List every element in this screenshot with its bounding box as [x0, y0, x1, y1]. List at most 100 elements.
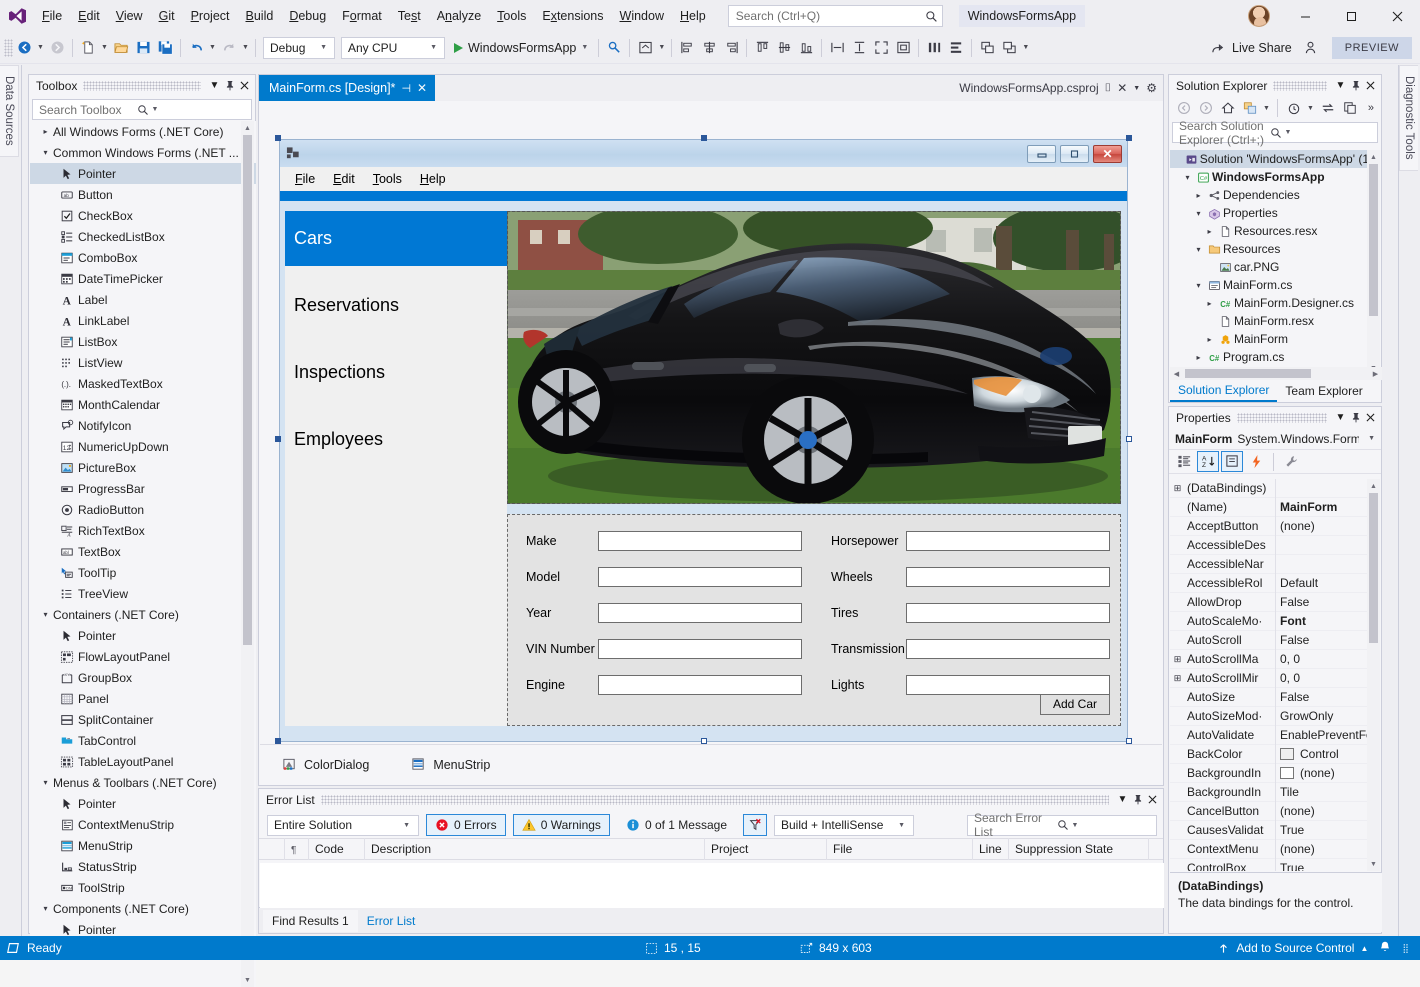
se-sync-button[interactable]	[1317, 98, 1338, 119]
winform-menu-strip[interactable]: File Edit Tools Help	[280, 167, 1127, 191]
property-row-4[interactable]: AccessibleNar	[1170, 555, 1369, 574]
align-bottoms-button[interactable]	[795, 36, 817, 60]
property-value[interactable]: False	[1275, 593, 1369, 612]
save-all-button[interactable]	[154, 36, 176, 60]
toolbox-item-15[interactable]: 12NumericUpDown	[30, 436, 256, 457]
designer-surface[interactable]: ✕ File Edit Tools Help CarsReservationsI…	[259, 101, 1163, 785]
toolbox-item-34[interactable]: MenuStrip	[30, 835, 256, 856]
property-row-3[interactable]: AccessibleDes	[1170, 536, 1369, 555]
menu-window[interactable]: Window	[612, 4, 672, 28]
scroll-up-icon[interactable]: ▲	[1367, 479, 1380, 493]
winform-nav-panel[interactable]: CarsReservationsInspectionsEmployees	[285, 211, 507, 726]
toolbox-group-31[interactable]: ▾Menus & Toolbars (.NET Core)	[30, 772, 256, 793]
se-back-button[interactable]	[1173, 98, 1194, 119]
property-pages-button[interactable]	[1280, 451, 1302, 472]
add-account-button[interactable]	[1300, 36, 1322, 60]
maximize-button[interactable]	[1328, 0, 1374, 32]
property-row-9[interactable]: ⊞AutoScrollMa0, 0	[1170, 650, 1369, 669]
menu-extensions[interactable]: Extensions	[534, 4, 611, 28]
properties-menu-button[interactable]: ▼	[1333, 409, 1348, 426]
error-list-search-input[interactable]: Search Error List ▼	[967, 815, 1157, 836]
scroll-down-icon[interactable]: ▼	[241, 973, 254, 987]
hot-reload-button[interactable]	[603, 36, 625, 60]
solution-tree-node-6[interactable]: car.PNG	[1170, 258, 1369, 276]
tab-list-caret-icon[interactable]: ▼	[1133, 85, 1140, 92]
property-value[interactable]: (none)	[1275, 764, 1369, 783]
winform-designer-form[interactable]: ✕ File Edit Tools Help CarsReservationsI…	[279, 139, 1128, 742]
property-value[interactable]: 0, 0	[1275, 669, 1369, 688]
winform-field-input[interactable]	[906, 639, 1110, 659]
bring-to-front-button[interactable]	[976, 36, 998, 60]
property-row-19[interactable]: ContextMenu(none)	[1170, 840, 1369, 859]
toolbox-group-1[interactable]: ▾Common Windows Forms (.NET ...	[30, 142, 256, 163]
property-value[interactable]: EnablePreventFocus	[1275, 726, 1369, 745]
toolbox-item-24[interactable]: Pointer	[30, 625, 256, 646]
close-window-button[interactable]	[1374, 0, 1420, 32]
property-value[interactable]: Tile	[1275, 783, 1369, 802]
property-value[interactable]	[1275, 555, 1369, 574]
solution-tree-node-8[interactable]: ▸C#MainForm.Designer.cs	[1170, 294, 1369, 312]
toolbox-item-32[interactable]: Pointer	[30, 793, 256, 814]
panel-drag-dots[interactable]	[1273, 81, 1327, 91]
toolbox-item-4[interactable]: CheckBox	[30, 205, 256, 226]
error-column-header-6[interactable]: Line	[973, 838, 1009, 860]
property-row-6[interactable]: AllowDropFalse	[1170, 593, 1369, 612]
error-column-header-0[interactable]	[259, 838, 285, 860]
menu-test[interactable]: Test	[390, 4, 429, 28]
panel-drag-dots[interactable]	[1237, 413, 1327, 423]
properties-object-selector[interactable]: MainForm System.Windows.Forms.F· ▼	[1169, 428, 1381, 450]
fit-to-container-button[interactable]	[892, 36, 914, 60]
document-tab-mainform-design[interactable]: MainForm.cs [Design]* ⊣ ✕	[259, 75, 435, 101]
property-value[interactable]: True	[1275, 821, 1369, 840]
chevron-right-icon[interactable]: ▸	[1203, 335, 1216, 344]
toolbox-item-10[interactable]: ListBox	[30, 331, 256, 352]
toolbox-item-16[interactable]: PictureBox	[30, 457, 256, 478]
chevron-down-icon[interactable]: ▾	[1192, 209, 1205, 218]
toolbox-item-13[interactable]: MonthCalendar	[30, 394, 256, 415]
property-value[interactable]: (none)	[1275, 840, 1369, 859]
winform-fields-panel[interactable]: Add Car MakeModelYearVIN NumberEngineHor…	[507, 514, 1121, 726]
property-row-5[interactable]: AccessibleRolDefault	[1170, 574, 1369, 593]
property-row-10[interactable]: ⊞AutoScrollMir0, 0	[1170, 669, 1369, 688]
properties-view-button[interactable]	[1221, 451, 1243, 472]
align-middles-button[interactable]	[773, 36, 795, 60]
back-dropdown-caret[interactable]: ▼	[35, 36, 46, 60]
chevron-right-icon[interactable]: ▸	[38, 127, 53, 136]
toolbox-item-17[interactable]: ProgressBar	[30, 478, 256, 499]
toolbox-item-29[interactable]: TabControl	[30, 730, 256, 751]
undo-dropdown-caret[interactable]: ▼	[207, 36, 218, 60]
inactive-tab-label[interactable]: WindowsFormsApp.csproj	[959, 81, 1098, 95]
menu-debug[interactable]: Debug	[281, 4, 334, 28]
scroll-thumb[interactable]	[243, 135, 252, 645]
se-overflow-icon[interactable]: »	[1368, 102, 1377, 114]
make-vertical-spacing-equal-button[interactable]	[945, 36, 967, 60]
build-filter-combo[interactable]: Build + IntelliSense ▼	[774, 815, 914, 836]
property-row-2[interactable]: AcceptButton(none)	[1170, 517, 1369, 536]
property-value[interactable]	[1275, 536, 1369, 555]
property-row-11[interactable]: AutoSizeFalse	[1170, 688, 1369, 707]
tab-close-icon-2[interactable]: ✕	[1117, 81, 1127, 95]
property-row-0[interactable]: ⊞(DataBindings)	[1170, 479, 1369, 498]
chevron-down-icon[interactable]: ▾	[38, 778, 53, 787]
toolbox-item-11[interactable]: ListView	[30, 352, 256, 373]
toolbox-close-button[interactable]	[237, 77, 252, 94]
property-row-14[interactable]: BackColorControl	[1170, 745, 1369, 764]
menu-build[interactable]: Build	[238, 4, 282, 28]
minimize-button[interactable]	[1282, 0, 1328, 32]
se-pending-changes-button[interactable]	[1283, 98, 1304, 119]
solution-tree-node-0[interactable]: Solution 'WindowsFormsApp' (1	[1170, 150, 1369, 168]
solution-tree-node-1[interactable]: ▾C#WindowsFormsApp	[1170, 168, 1369, 186]
error-list-column-headers[interactable]: ¶CodeDescriptionProjectFileLineSuppressi…	[259, 838, 1163, 860]
clear-filters-button[interactable]	[743, 814, 767, 836]
toolbox-item-8[interactable]: ALabel	[30, 289, 256, 310]
toolbox-item-18[interactable]: RadioButton	[30, 499, 256, 520]
property-row-7[interactable]: AutoScaleMo·Font	[1170, 612, 1369, 631]
chevron-down-icon[interactable]: ▼	[149, 106, 250, 113]
chevron-right-icon[interactable]: ▸	[1192, 191, 1205, 200]
properties-scrollbar[interactable]: ▲ ▼	[1367, 479, 1380, 871]
winform-field-input[interactable]	[598, 531, 802, 551]
toolbox-search-input[interactable]: Search Toolbox ▼	[32, 99, 252, 120]
property-row-1[interactable]: (Name)MainForm	[1170, 498, 1369, 517]
new-dropdown-caret[interactable]: ▼	[99, 36, 110, 60]
winform-nav-item-reservations[interactable]: Reservations	[285, 278, 507, 333]
